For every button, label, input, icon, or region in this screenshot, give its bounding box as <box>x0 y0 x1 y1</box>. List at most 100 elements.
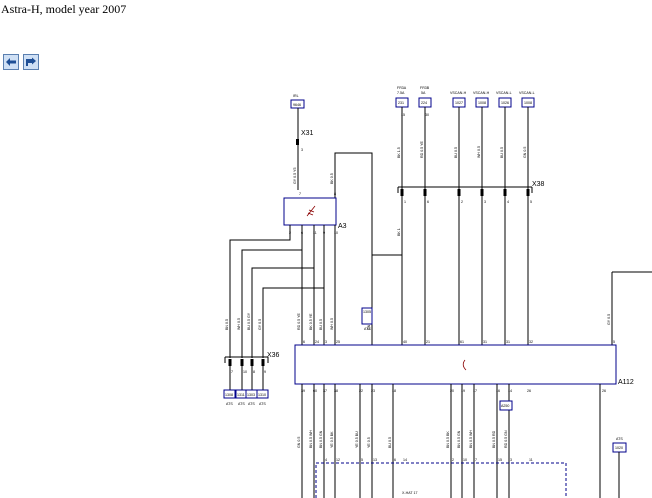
x36-pin-8 <box>250 359 254 366</box>
vscan3-label: VSCAN-L <box>496 91 512 95</box>
wire-label-x36-8: BU 0.5 GY <box>247 312 251 330</box>
bottom-connector-pin-1: 12 <box>336 458 340 462</box>
bottom-connector-pin-11: 11 <box>529 458 533 462</box>
x38-pin-5 <box>526 189 530 196</box>
a112-box <box>294 344 617 385</box>
wire-label-bottom-1: BN 0.5 WH <box>309 430 313 448</box>
wire-label-bottom-6: BU 0.5 <box>388 437 392 448</box>
a112-top-pin-8: 31 <box>506 340 510 344</box>
bottom-connector-pin-6: 2 <box>452 458 454 462</box>
x38-pin-label-6: 6 <box>427 200 429 204</box>
fuse1-name: FR3A <box>397 86 407 90</box>
bottom-connector-pin-7: 10 <box>463 458 467 462</box>
x31-pin: 3 <box>301 148 303 152</box>
wire-label-a3-8: BK 0.5 <box>330 173 334 184</box>
vscan2-label: VSCAN-H <box>473 91 490 95</box>
x38-pin-1 <box>400 189 404 196</box>
x31-label: X31 <box>301 130 314 137</box>
wiring-diagram: IRL 9646 X31 3 GY 0.5 Y5 BK 0.5 FR3A 7.5… <box>223 86 652 498</box>
a112-top-pin-0: 6 <box>303 340 305 344</box>
a112-bottom-pin-26b: 26 <box>602 389 606 393</box>
x31-connector <box>296 139 299 145</box>
x36-box-code-2: 1303 <box>247 393 255 397</box>
ats-right-box-code: 1020 <box>615 446 623 450</box>
bottom-connector-pin-2: 5 <box>361 458 363 462</box>
fuse2-box-code: 224 <box>421 101 427 105</box>
wire-label-bottom-3: YE 0.5 BK <box>330 431 334 448</box>
wire-label-vscan2: WH 0.5 <box>477 146 481 158</box>
x36-pin-9 <box>261 359 265 366</box>
ats-box-mid-code: 1305 <box>363 310 371 314</box>
fuse1-rating: 7.5A <box>397 91 405 95</box>
wire-label-bottom-11: RD 0.5 GN <box>504 430 508 448</box>
x36-label: X36 <box>267 352 280 359</box>
wire-label-bottom-5: YE 0.5 <box>367 437 371 448</box>
vscan1-label: VSCAN-H <box>450 91 467 95</box>
a112-top-pin-1: 24 <box>315 340 319 344</box>
vscan4-label: VSCAN-L <box>519 91 535 95</box>
x38-pin-label-2: 2 <box>461 200 463 204</box>
x36-connector: X36 7 1308 ATS 10 1311 ATS 8 1303 ATS 9 1310 ATS <box>223 352 280 406</box>
bottom-connector-pin-9: 15 <box>498 458 502 462</box>
x38-to-a112-wires: BK 1 GY 0.5 <box>372 196 652 345</box>
x36-pin-label-7: 7 <box>231 370 233 374</box>
fuse2-rating: 5A <box>421 91 426 95</box>
wire-label-irl: GY 0.5 Y5 <box>293 168 297 184</box>
wire-label-bk1: BK 1 <box>397 228 401 236</box>
a112-top-pin-4: 40 <box>403 340 407 344</box>
bottom-connector-pin-3: 13 <box>373 458 377 462</box>
irl-box-code: 9646 <box>293 103 301 107</box>
vscan3-box-code: 1026 <box>501 101 509 105</box>
a112-bottom-wires: 26GN 0.5 BN 0.5 WH BN 0.5 GN YE 0.5 BK YE 0.… <box>297 384 606 498</box>
a112-top-pin-9: 32 <box>529 340 533 344</box>
bottom-connector-pin-10: 3 <box>510 458 512 462</box>
wire-label-bottom-0: GN 0.5 <box>297 437 301 448</box>
a112-component: A112 6 24 3 25 40 21 61 31 31 32 5 39 60 37 38 22 23 18 2… <box>294 340 634 393</box>
x36-box-code-0: 1308 <box>225 393 233 397</box>
bottom-connector-pin-0: 4 <box>325 458 327 462</box>
x36-box-label-2: ATS <box>248 402 255 406</box>
x36-box-label-3: ATS <box>259 402 266 406</box>
x36-pin-10 <box>240 359 244 366</box>
x38-pin-label-5: 5 <box>530 200 532 204</box>
bottom-ref-label: X-HAT 17 <box>402 491 417 495</box>
bottom-connector-pin-4: 6 <box>394 458 396 462</box>
x38-label: X38 <box>532 181 545 188</box>
x38-pin-2 <box>457 189 461 196</box>
ats-box-mid-label: ATS <box>364 327 371 331</box>
x38-pin-label-4: 4 <box>507 200 509 204</box>
bottom-connector-dashed <box>315 462 567 498</box>
wire-label-x36-7: BN 0.5 <box>225 319 229 330</box>
wire-label-bottom-8: BN 0.5 GN <box>457 430 461 448</box>
wire-label-bottom-10: BN 0.5 RD <box>492 430 496 448</box>
a3-component: A3 7 8 <box>283 192 347 230</box>
wire-label-a112-25: WH 0.5 <box>330 318 334 330</box>
bottom-connector-pin-8: 7 <box>475 458 477 462</box>
fuse-feeds: FR3A 7.5A 231 15 FR3B 5A 224 30 VSCAN-H … <box>395 86 535 190</box>
x36-box-code-3: 1310 <box>258 393 266 397</box>
fuse2-name: FR3B <box>420 86 430 90</box>
x38-pin-4 <box>503 189 507 196</box>
a112-label: A112 <box>618 379 634 386</box>
wire-label-a112-24: BK 0.5 YE <box>309 313 313 330</box>
x36-pin-7 <box>228 359 232 366</box>
x38-pin-3 <box>480 189 484 196</box>
a250-box-code: A250 <box>501 404 509 408</box>
x38-pin-label-3: 3 <box>484 200 486 204</box>
vscan1-box-code: 1027 <box>455 101 463 105</box>
x38-connector: X38 1 6 2 3 4 5 <box>397 181 545 204</box>
wire-label-a112-3: BU 0.5 <box>319 319 323 330</box>
wire-label-bottom-9: BN 0.5 WH <box>469 430 473 448</box>
x38-pin-label-1: 1 <box>404 200 406 204</box>
wire-label-vscan1: BU 0.5 <box>454 147 458 158</box>
a112-top-pin-7: 31 <box>483 340 487 344</box>
a3-box <box>283 197 337 226</box>
irl-label: IRL <box>293 94 299 98</box>
wire-label-right: GY 0.5 <box>607 314 611 325</box>
a112-top-pin-2: 3 <box>325 340 327 344</box>
vscan4-box-code: 1008 <box>524 101 532 105</box>
fuse1-box-code: 231 <box>398 101 404 105</box>
a112-top-pin-5: 21 <box>426 340 430 344</box>
x36-pin-label-8: 8 <box>253 370 255 374</box>
wire-label-vscan3: BU 0.5 <box>500 147 504 158</box>
